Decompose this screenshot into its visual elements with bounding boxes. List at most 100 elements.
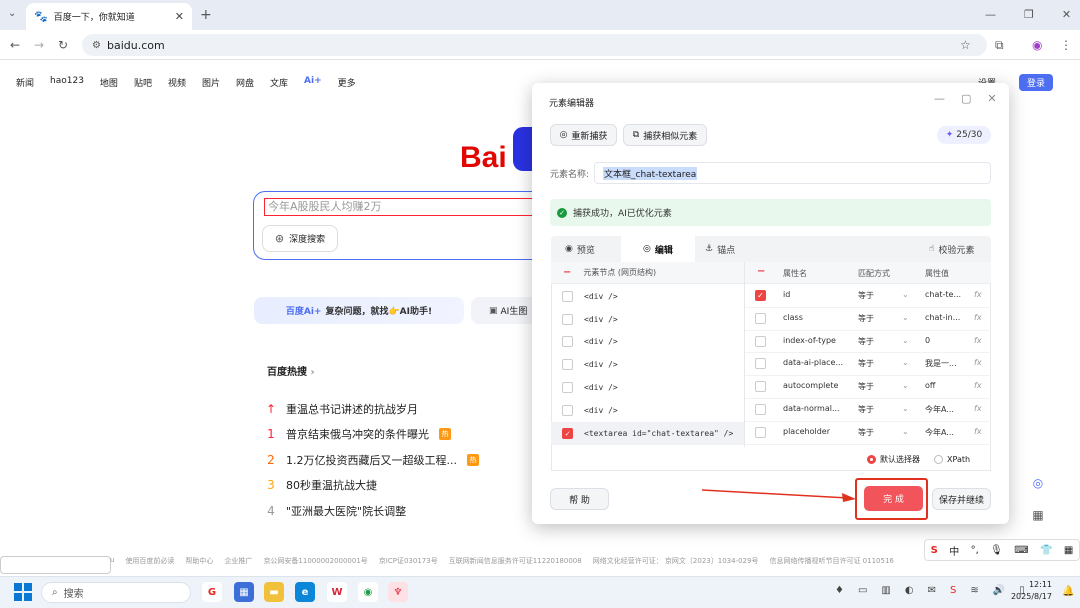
chrome-icon[interactable]: ◉ — [358, 582, 378, 602]
footer-link[interactable]: 使用百度前必读 — [125, 556, 174, 566]
edge-icon[interactable]: e — [295, 582, 315, 602]
system-clock[interactable]: 12:11 2025/8/17 — [1010, 579, 1052, 603]
attr-value[interactable]: 今年A... — [925, 404, 954, 415]
dialog-minimize-icon[interactable]: — — [934, 92, 945, 105]
nav-map[interactable]: 地图 — [100, 76, 118, 89]
match-select[interactable]: 等于 — [858, 290, 874, 301]
hot-item[interactable]: 4 "亚洲最大医院"院长调整 — [266, 498, 526, 524]
wps-icon[interactable]: W — [327, 582, 347, 602]
attr-row[interactable]: ✓ id 等于 ⌄ chat-te... fx — [745, 285, 991, 308]
node-checkbox[interactable] — [562, 382, 573, 394]
match-select[interactable]: 等于 — [858, 313, 874, 324]
extensions-icon[interactable]: ⧉ — [995, 38, 1004, 53]
folder-icon[interactable]: ▬ — [264, 582, 284, 602]
close-window-icon[interactable]: ✕ — [1062, 8, 1071, 21]
site-info-icon[interactable]: ⚙ — [92, 40, 101, 51]
nav-pan[interactable]: 网盘 — [236, 76, 254, 89]
tray-icon[interactable]: ◐ — [905, 585, 914, 596]
attr-row[interactable]: data-normal... 等于 ⌄ 今年A... fx — [745, 399, 991, 422]
nav-tieba[interactable]: 贴吧 — [134, 76, 152, 89]
hot-text[interactable]: 80秒重温抗战大捷 — [286, 477, 377, 493]
node-checkbox[interactable] — [562, 359, 573, 371]
hot-text[interactable]: 普京结束俄乌冲突的条件曝光 — [286, 426, 429, 442]
node-row[interactable]: <div /> — [551, 308, 744, 331]
tray-icon[interactable]: ♦ — [835, 585, 844, 596]
sogou-tray-icon[interactable]: S — [950, 585, 956, 596]
hot-item[interactable]: 3 80秒重温抗战大捷 — [266, 473, 526, 499]
tray-icon[interactable]: ✉ — [928, 585, 936, 596]
nav-ai[interactable]: Ai+ — [304, 76, 322, 89]
fx-icon[interactable]: fx — [974, 427, 982, 436]
login-button[interactable]: 登录 — [1019, 74, 1053, 91]
profile-icon[interactable]: ◉ — [1032, 38, 1042, 52]
taskbar-search[interactable]: ⌕ 搜索 — [41, 582, 191, 603]
nav-wenku[interactable]: 文库 — [270, 76, 288, 89]
tab-list-chevron-icon[interactable]: ⌄ — [8, 8, 16, 19]
attr-value[interactable]: chat-in... — [925, 313, 960, 322]
nav-image[interactable]: 图片 — [202, 76, 220, 89]
attr-row[interactable]: data-ai-place... 等于 ⌄ 我是一... fx — [745, 353, 991, 377]
node-row[interactable]: <div /> — [551, 285, 744, 308]
match-select[interactable]: 等于 — [858, 358, 874, 369]
qrcode-icon[interactable]: ▦ — [1030, 507, 1046, 523]
verify-element-button[interactable]: ☝ 校验元素 — [929, 236, 975, 262]
hot-item[interactable]: ↑ 重温总书记讲述的抗战岁月 — [266, 396, 526, 422]
footer-link[interactable]: 企业推广 — [224, 556, 252, 566]
fx-icon[interactable]: fx — [974, 290, 982, 299]
footer-link[interactable]: 信息网络传播视听节目许可证 0110516 — [769, 556, 893, 566]
close-tab-icon[interactable]: ✕ — [175, 10, 184, 23]
calculator-icon[interactable]: ▦ — [234, 582, 254, 602]
tab-edit[interactable]: ◎ 编辑 — [621, 236, 695, 262]
tray-icon[interactable]: ▭ — [858, 585, 867, 596]
footer-link[interactable]: 京ICP证030173号 — [379, 556, 438, 566]
tab-anchor[interactable]: ⚓ 锚点 — [705, 236, 735, 262]
node-checkbox[interactable] — [562, 290, 573, 302]
collapse-attrs-icon[interactable]: − — [757, 266, 765, 277]
match-select[interactable]: 等于 — [858, 336, 874, 347]
wifi-icon[interactable]: ≋ — [970, 585, 978, 596]
restore-icon[interactable]: ❐ — [1024, 8, 1034, 21]
node-row[interactable]: <div /> — [551, 376, 744, 399]
footer-link[interactable]: 网络文化经营许可证： 京网文〔2023〕1034-029号 — [593, 556, 759, 566]
tray-icon[interactable]: ▥ — [881, 585, 890, 596]
forward-icon[interactable]: → — [34, 38, 44, 52]
attr-value[interactable]: 今年A... — [925, 427, 954, 438]
assistant-float-icon[interactable]: ◎ — [1030, 475, 1046, 491]
new-tab-button[interactable]: + — [200, 7, 212, 23]
attr-checkbox[interactable] — [755, 426, 766, 438]
fx-icon[interactable]: fx — [974, 381, 982, 390]
attr-row[interactable]: index-of-type 等于 ⌄ 0 fx — [745, 331, 991, 354]
hot-item[interactable]: 2 1.2万亿投资西藏后又一超级工程... 热 — [266, 447, 526, 473]
attr-row[interactable]: autocomplete 等于 ⌄ off fx — [745, 376, 991, 399]
dialog-close-icon[interactable]: ✕ — [987, 92, 996, 105]
capture-similar-button[interactable]: ⧉ 捕获相似元素 — [623, 124, 707, 146]
attr-checkbox[interactable] — [755, 358, 766, 370]
match-select[interactable]: 等于 — [858, 381, 874, 392]
radio-xpath[interactable]: XPath — [934, 455, 970, 464]
ai-image-button[interactable]: ▣ AI生图 — [471, 297, 541, 324]
nav-video[interactable]: 视频 — [168, 76, 186, 89]
footer-link[interactable]: 帮助中心 — [185, 556, 213, 566]
recapture-button[interactable]: ◎ 重新捕获 — [550, 124, 617, 146]
app-icon-g[interactable]: G — [202, 582, 222, 602]
url-bar[interactable]: ⚙ baidu.com — [82, 34, 987, 56]
attr-checkbox[interactable] — [755, 381, 766, 393]
node-row[interactable]: <div /> — [551, 399, 744, 422]
deep-search-button[interactable]: ⊛ 深度搜索 — [262, 225, 338, 252]
nav-more[interactable]: 更多 — [338, 76, 356, 89]
radio-default[interactable]: 默认选择器 — [867, 454, 920, 465]
reload-icon[interactable]: ↻ — [58, 38, 68, 52]
ime-mode[interactable]: 中 — [949, 543, 959, 558]
mic-icon[interactable]: 🎙 — [990, 545, 1003, 556]
notification-icon[interactable]: 🔔 — [1062, 586, 1074, 597]
element-name-input[interactable]: 文本框_chat-textarea — [594, 162, 991, 184]
punctuation-icon[interactable]: °, — [971, 545, 979, 556]
node-checkbox[interactable] — [562, 336, 573, 348]
footer-link[interactable]: 互联网新闻信息服务许可证11220180008 — [449, 556, 582, 566]
fx-icon[interactable]: fx — [974, 404, 982, 413]
node-row[interactable]: ✓ <textarea id="chat-textarea" /> — [551, 421, 744, 445]
node-checkbox[interactable] — [562, 313, 573, 325]
node-checkbox[interactable] — [562, 404, 573, 416]
skin-icon[interactable]: 👕 — [1040, 545, 1052, 556]
grid-icon[interactable]: ▦ — [1064, 545, 1073, 556]
